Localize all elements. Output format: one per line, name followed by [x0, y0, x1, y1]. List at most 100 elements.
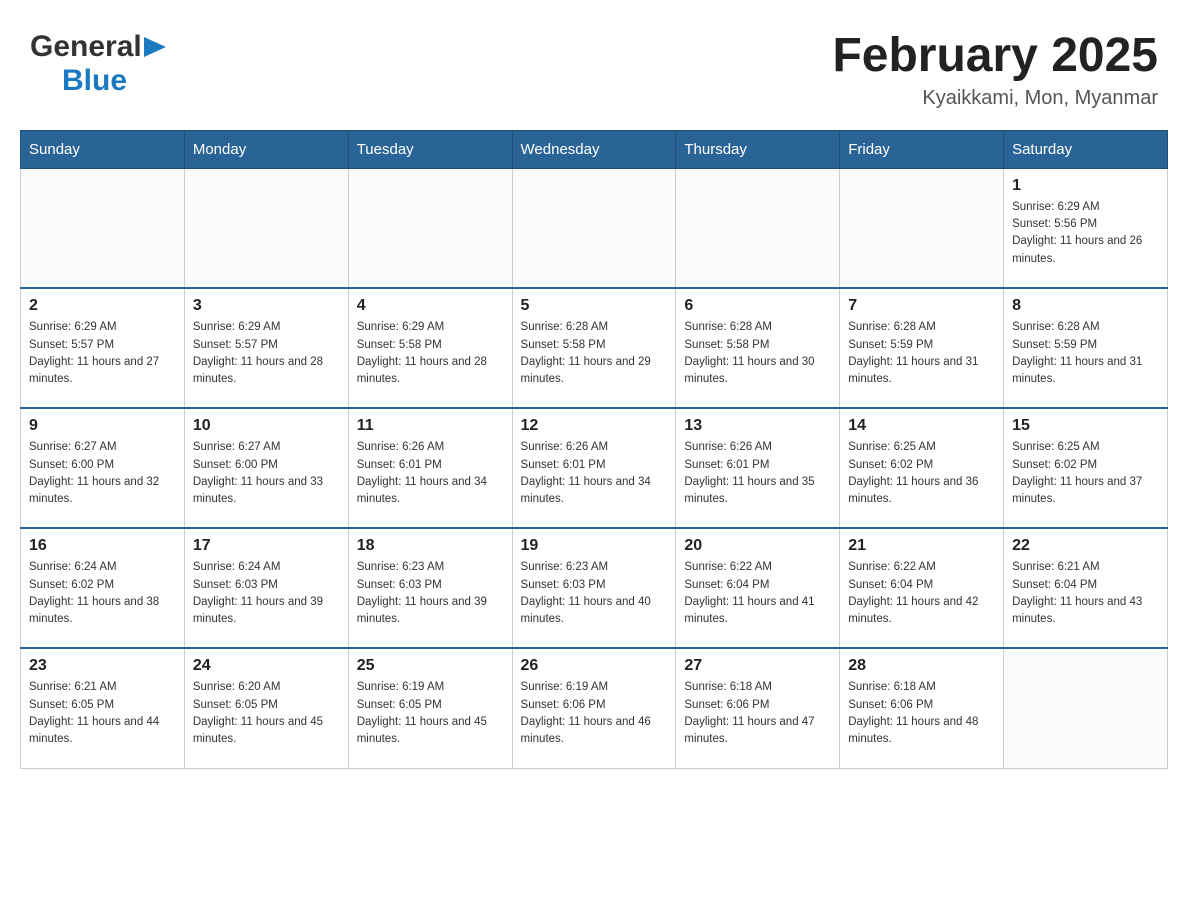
cell-2-5: 14 Sunrise: 6:25 AMSunset: 6:02 PMDayligh…: [840, 408, 1004, 528]
day-info: Sunrise: 6:19 AMSunset: 6:05 PMDaylight:…: [357, 679, 504, 748]
page-header: General Blue February 2025 Kyaikkami, Mo…: [20, 20, 1168, 110]
col-tuesday: Tuesday: [348, 130, 512, 168]
day-number: 3: [193, 297, 340, 315]
cell-3-0: 16 Sunrise: 6:24 AMSunset: 6:02 PMDayligh…: [21, 528, 185, 648]
calendar-header-row: Sunday Monday Tuesday Wednesday Thursday…: [21, 130, 1168, 168]
calendar-subtitle: Kyaikkami, Mon, Myanmar: [832, 87, 1158, 110]
cell-4-6: [1004, 648, 1168, 768]
calendar-table: Sunday Monday Tuesday Wednesday Thursday…: [20, 130, 1168, 769]
cell-1-0: 2 Sunrise: 6:29 AMSunset: 5:57 PMDaylight…: [21, 288, 185, 408]
day-info: Sunrise: 6:23 AMSunset: 6:03 PMDaylight:…: [521, 559, 668, 628]
cell-4-4: 27 Sunrise: 6:18 AMSunset: 6:06 PMDayligh…: [676, 648, 840, 768]
col-friday: Friday: [840, 130, 1004, 168]
day-info: Sunrise: 6:27 AMSunset: 6:00 PMDaylight:…: [193, 439, 340, 508]
logo: General Blue: [30, 30, 166, 98]
day-number: 16: [29, 537, 176, 555]
day-number: 24: [193, 657, 340, 675]
cell-0-4: [676, 168, 840, 288]
day-number: 10: [193, 417, 340, 435]
day-info: Sunrise: 6:21 AMSunset: 6:04 PMDaylight:…: [1012, 559, 1159, 628]
day-info: Sunrise: 6:28 AMSunset: 5:59 PMDaylight:…: [848, 319, 995, 388]
day-number: 7: [848, 297, 995, 315]
day-info: Sunrise: 6:22 AMSunset: 6:04 PMDaylight:…: [684, 559, 831, 628]
cell-3-1: 17 Sunrise: 6:24 AMSunset: 6:03 PMDayligh…: [184, 528, 348, 648]
cell-2-3: 12Sunrise: 6:26 AMSunset: 6:01 PMDayligh…: [512, 408, 676, 528]
day-info: Sunrise: 6:24 AMSunset: 6:03 PMDaylight:…: [193, 559, 340, 628]
day-info: Sunrise: 6:18 AMSunset: 6:06 PMDaylight:…: [684, 679, 831, 748]
cell-3-3: 19 Sunrise: 6:23 AMSunset: 6:03 PMDayligh…: [512, 528, 676, 648]
day-info: Sunrise: 6:25 AMSunset: 6:02 PMDaylight:…: [848, 439, 995, 508]
day-number: 18: [357, 537, 504, 555]
day-info: Sunrise: 6:18 AMSunset: 6:06 PMDaylight:…: [848, 679, 995, 748]
day-number: 17: [193, 537, 340, 555]
day-number: 14: [848, 417, 995, 435]
day-info: Sunrise: 6:28 AMSunset: 5:58 PMDaylight:…: [684, 319, 831, 388]
day-number: 6: [684, 297, 831, 315]
cell-3-5: 21Sunrise: 6:22 AMSunset: 6:04 PMDayligh…: [840, 528, 1004, 648]
cell-3-2: 18Sunrise: 6:23 AMSunset: 6:03 PMDayligh…: [348, 528, 512, 648]
day-number: 19: [521, 537, 668, 555]
col-monday: Monday: [184, 130, 348, 168]
cell-4-2: 25 Sunrise: 6:19 AMSunset: 6:05 PMDayligh…: [348, 648, 512, 768]
cell-3-6: 22 Sunrise: 6:21 AMSunset: 6:04 PMDayligh…: [1004, 528, 1168, 648]
logo-general-text: General: [30, 30, 142, 64]
day-number: 23: [29, 657, 176, 675]
day-info: Sunrise: 6:29 AMSunset: 5:56 PMDaylight:…: [1012, 199, 1159, 268]
day-info: Sunrise: 6:25 AMSunset: 6:02 PMDaylight:…: [1012, 439, 1159, 508]
day-info: Sunrise: 6:28 AMSunset: 5:58 PMDaylight:…: [521, 319, 668, 388]
col-saturday: Saturday: [1004, 130, 1168, 168]
cell-0-0: [21, 168, 185, 288]
day-number: 12: [521, 417, 668, 435]
week-row-4: 23 Sunrise: 6:21 AMSunset: 6:05 PMDayligh…: [21, 648, 1168, 768]
cell-1-5: 7 Sunrise: 6:28 AMSunset: 5:59 PMDaylight…: [840, 288, 1004, 408]
col-thursday: Thursday: [676, 130, 840, 168]
day-info: Sunrise: 6:29 AMSunset: 5:57 PMDaylight:…: [29, 319, 176, 388]
day-number: 15: [1012, 417, 1159, 435]
day-number: 11: [357, 417, 504, 435]
cell-0-3: [512, 168, 676, 288]
col-wednesday: Wednesday: [512, 130, 676, 168]
day-info: Sunrise: 6:29 AMSunset: 5:57 PMDaylight:…: [193, 319, 340, 388]
cell-1-2: 4 Sunrise: 6:29 AMSunset: 5:58 PMDaylight…: [348, 288, 512, 408]
day-number: 2: [29, 297, 176, 315]
day-info: Sunrise: 6:28 AMSunset: 5:59 PMDaylight:…: [1012, 319, 1159, 388]
logo-blue-text: Blue: [62, 64, 127, 98]
cell-1-4: 6 Sunrise: 6:28 AMSunset: 5:58 PMDaylight…: [676, 288, 840, 408]
day-info: Sunrise: 6:20 AMSunset: 6:05 PMDaylight:…: [193, 679, 340, 748]
cell-2-1: 10 Sunrise: 6:27 AMSunset: 6:00 PMDayligh…: [184, 408, 348, 528]
day-number: 20: [684, 537, 831, 555]
day-info: Sunrise: 6:26 AMSunset: 6:01 PMDaylight:…: [357, 439, 504, 508]
cell-1-3: 5 Sunrise: 6:28 AMSunset: 5:58 PMDaylight…: [512, 288, 676, 408]
cell-4-0: 23 Sunrise: 6:21 AMSunset: 6:05 PMDayligh…: [21, 648, 185, 768]
cell-0-6: 1Sunrise: 6:29 AMSunset: 5:56 PMDaylight…: [1004, 168, 1168, 288]
day-info: Sunrise: 6:19 AMSunset: 6:06 PMDaylight:…: [521, 679, 668, 748]
day-number: 28: [848, 657, 995, 675]
cell-0-2: [348, 168, 512, 288]
cell-3-4: 20 Sunrise: 6:22 AMSunset: 6:04 PMDayligh…: [676, 528, 840, 648]
day-info: Sunrise: 6:22 AMSunset: 6:04 PMDaylight:…: [848, 559, 995, 628]
day-number: 5: [521, 297, 668, 315]
day-info: Sunrise: 6:27 AMSunset: 6:00 PMDaylight:…: [29, 439, 176, 508]
day-info: Sunrise: 6:29 AMSunset: 5:58 PMDaylight:…: [357, 319, 504, 388]
day-number: 25: [357, 657, 504, 675]
week-row-0: 1Sunrise: 6:29 AMSunset: 5:56 PMDaylight…: [21, 168, 1168, 288]
day-number: 4: [357, 297, 504, 315]
day-number: 9: [29, 417, 176, 435]
day-info: Sunrise: 6:26 AMSunset: 6:01 PMDaylight:…: [684, 439, 831, 508]
day-info: Sunrise: 6:21 AMSunset: 6:05 PMDaylight:…: [29, 679, 176, 748]
calendar-title: February 2025: [832, 30, 1158, 83]
cell-4-1: 24 Sunrise: 6:20 AMSunset: 6:05 PMDayligh…: [184, 648, 348, 768]
cell-4-3: 26Sunrise: 6:19 AMSunset: 6:06 PMDayligh…: [512, 648, 676, 768]
cell-1-6: 8Sunrise: 6:28 AMSunset: 5:59 PMDaylight…: [1004, 288, 1168, 408]
day-number: 27: [684, 657, 831, 675]
cell-1-1: 3 Sunrise: 6:29 AMSunset: 5:57 PMDaylight…: [184, 288, 348, 408]
cell-2-0: 9 Sunrise: 6:27 AMSunset: 6:00 PMDaylight…: [21, 408, 185, 528]
day-info: Sunrise: 6:24 AMSunset: 6:02 PMDaylight:…: [29, 559, 176, 628]
week-row-2: 9 Sunrise: 6:27 AMSunset: 6:00 PMDaylight…: [21, 408, 1168, 528]
col-sunday: Sunday: [21, 130, 185, 168]
cell-2-2: 11 Sunrise: 6:26 AMSunset: 6:01 PMDayligh…: [348, 408, 512, 528]
logo-triangle-icon: [144, 37, 166, 57]
week-row-3: 16 Sunrise: 6:24 AMSunset: 6:02 PMDayligh…: [21, 528, 1168, 648]
day-number: 22: [1012, 537, 1159, 555]
cell-0-1: [184, 168, 348, 288]
